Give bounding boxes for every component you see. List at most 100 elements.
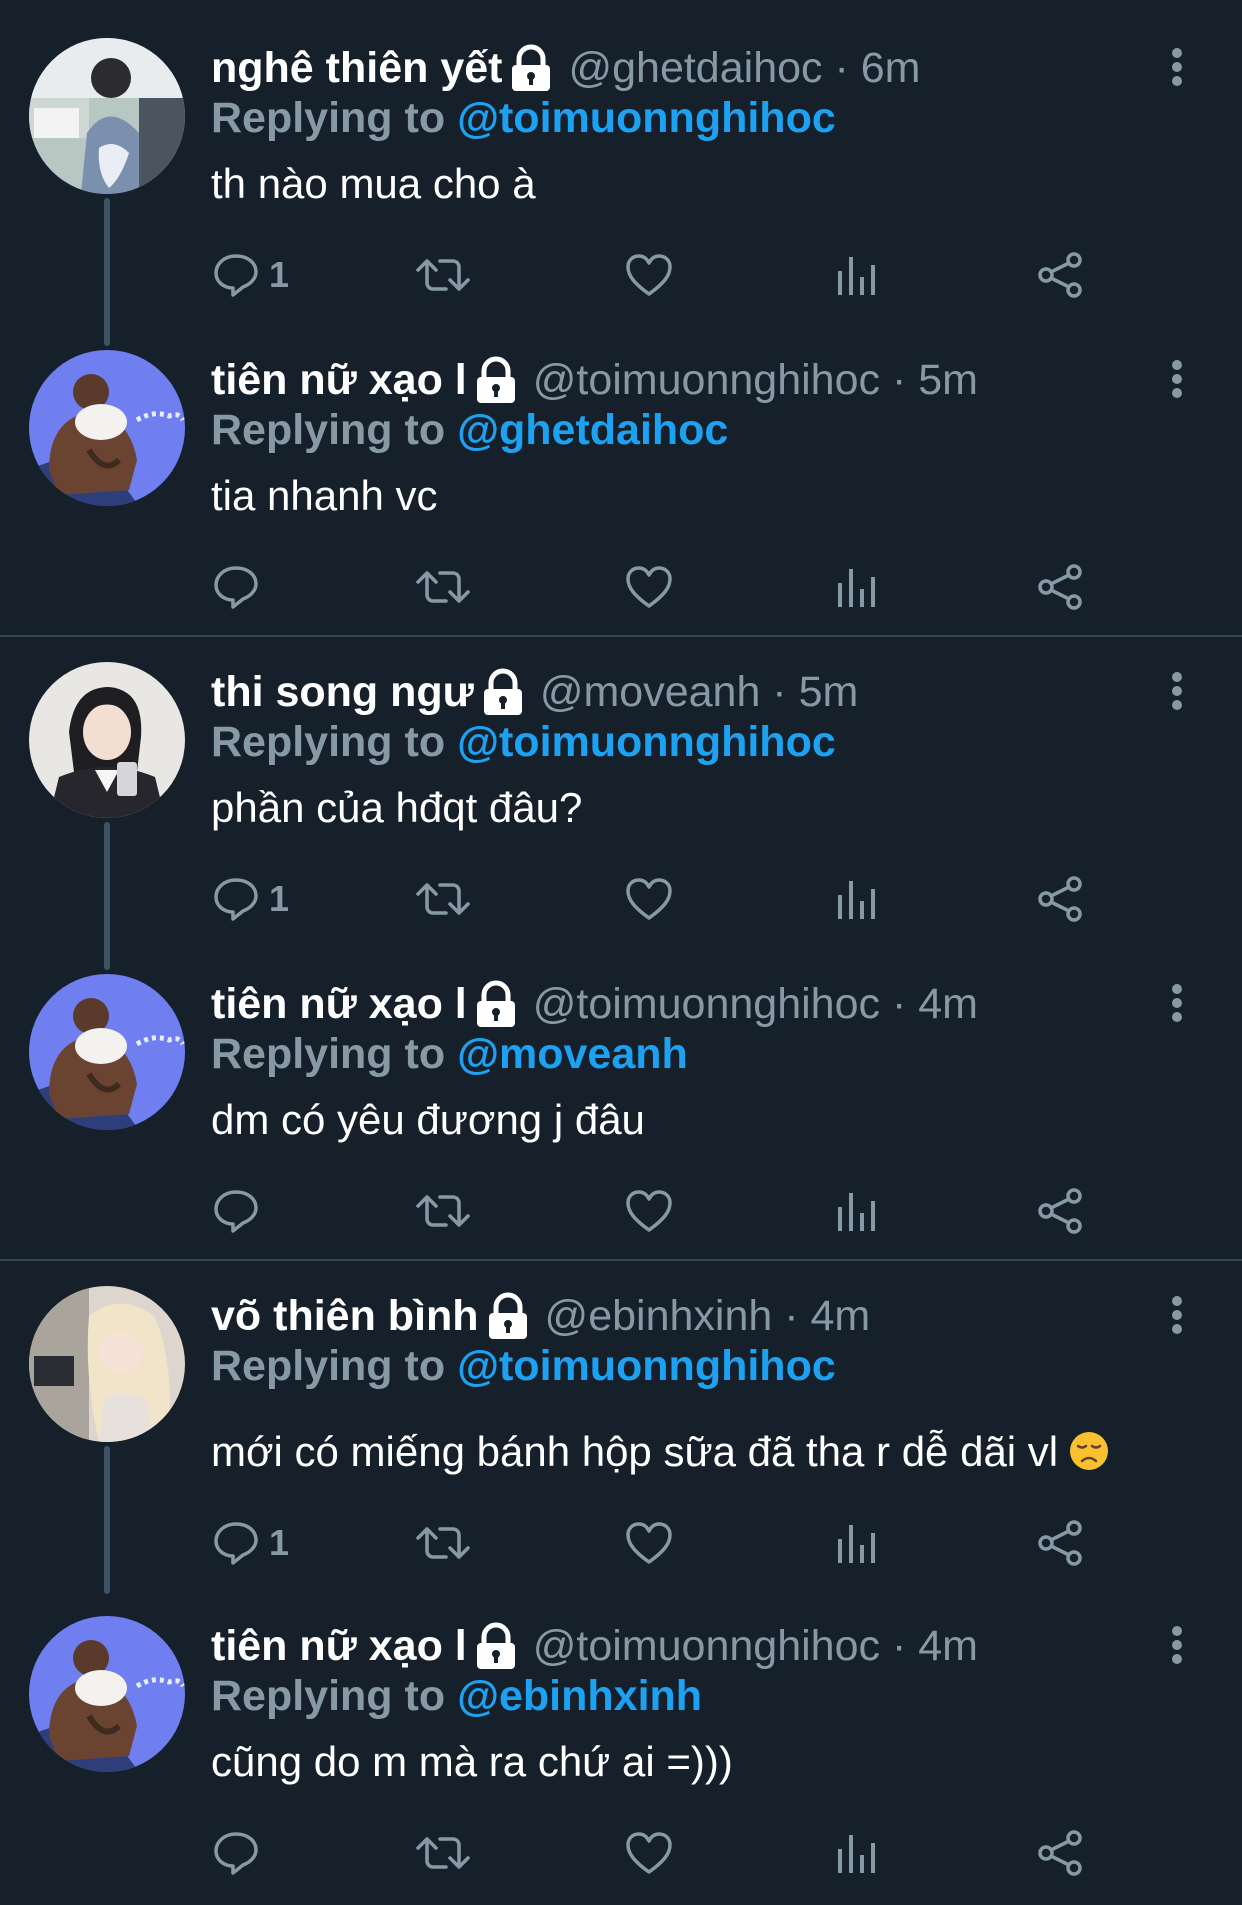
user-handle[interactable]: @ghetdaihoc: [568, 40, 822, 96]
tweet-text: cũng do m mà ra chứ ai =))): [211, 1738, 733, 1785]
timestamp[interactable]: 5m: [799, 664, 859, 720]
replying-to-handle[interactable]: @ebinhxinh: [457, 1672, 702, 1720]
retweet-button[interactable]: [416, 1181, 470, 1241]
more-options-icon[interactable]: [1162, 668, 1192, 714]
share-button[interactable]: [1036, 869, 1084, 929]
tweet[interactable]: tiên nữ xạo l @toimuonnghihoc · 5m Reply…: [0, 312, 1242, 624]
user-handle[interactable]: @toimuonnghihoc: [533, 352, 880, 408]
display-name[interactable]: tiên nữ xạo l: [211, 1618, 467, 1674]
display-name[interactable]: tiên nữ xạo l: [211, 352, 467, 408]
replying-to-label: Replying to: [211, 1030, 446, 1078]
like-button[interactable]: [625, 557, 673, 617]
display-name[interactable]: tiên nữ xạo l: [211, 976, 467, 1032]
analytics-button[interactable]: [835, 1181, 877, 1241]
replying-to-handle[interactable]: @ghetdaihoc: [457, 406, 728, 454]
share-icon: [1038, 876, 1082, 922]
tweet[interactable]: võ thiên bình @ebinhxinh · 4m Replying t…: [0, 1248, 1242, 1594]
reply-button[interactable]: [213, 1823, 269, 1883]
tweet-text: phần của hđqt đâu?: [211, 784, 583, 831]
more-options-icon[interactable]: [1162, 1622, 1192, 1668]
retweet-icon: [416, 259, 470, 291]
like-button[interactable]: [625, 1513, 673, 1573]
more-options-icon[interactable]: [1162, 356, 1192, 402]
user-handle[interactable]: @toimuonnghihoc: [533, 1618, 880, 1674]
like-icon: [626, 878, 672, 920]
like-button[interactable]: [625, 1181, 673, 1241]
share-button[interactable]: [1036, 557, 1084, 617]
reply-button[interactable]: 1: [213, 869, 289, 929]
lock-icon: [476, 1622, 515, 1669]
more-options-icon[interactable]: [1162, 980, 1192, 1026]
reply-button[interactable]: 1: [213, 245, 289, 305]
replying-to-label: Replying to: [211, 1672, 446, 1720]
analytics-icon: [838, 881, 875, 919]
retweet-icon: [416, 1195, 470, 1227]
share-icon: [1038, 564, 1082, 610]
timestamp[interactable]: 5m: [918, 352, 978, 408]
separator-dot: ·: [880, 980, 919, 1028]
timestamp[interactable]: 4m: [918, 1618, 978, 1674]
tweet[interactable]: nghê thiên yết @ghetdaihoc · 6m Replying…: [0, 0, 1242, 346]
avatar[interactable]: [29, 1616, 185, 1772]
analytics-button[interactable]: [835, 1513, 877, 1573]
retweet-icon: [416, 1837, 470, 1869]
more-options-icon[interactable]: [1162, 44, 1192, 90]
retweet-button[interactable]: [416, 869, 470, 929]
avatar[interactable]: [29, 350, 185, 506]
analytics-button[interactable]: [835, 1823, 877, 1883]
analytics-icon: [838, 257, 875, 295]
avatar[interactable]: [29, 38, 185, 194]
timestamp[interactable]: 4m: [918, 976, 978, 1032]
retweet-button[interactable]: [416, 245, 470, 305]
share-button[interactable]: [1036, 1823, 1084, 1883]
tweet[interactable]: tiên nữ xạo l @toimuonnghihoc · 4m Reply…: [0, 936, 1242, 1248]
reply-icon: [214, 1832, 258, 1875]
like-button[interactable]: [625, 869, 673, 929]
like-icon: [626, 566, 672, 608]
avatar[interactable]: [29, 974, 185, 1130]
timestamp[interactable]: 6m: [861, 40, 921, 96]
analytics-button[interactable]: [835, 869, 877, 929]
replying-to-handle[interactable]: @toimuonnghihoc: [457, 1342, 836, 1390]
more-options-icon[interactable]: [1162, 1292, 1192, 1338]
retweet-button[interactable]: [416, 557, 470, 617]
avatar[interactable]: [29, 662, 185, 818]
timestamp[interactable]: 4m: [811, 1288, 871, 1344]
retweet-button[interactable]: [416, 1513, 470, 1573]
retweet-button[interactable]: [416, 1823, 470, 1883]
replying-to-label: Replying to: [211, 94, 446, 142]
reply-button[interactable]: [213, 1181, 269, 1241]
reply-icon: [214, 1190, 258, 1233]
share-button[interactable]: [1036, 1513, 1084, 1573]
share-icon: [1038, 1188, 1082, 1234]
replying-to-handle[interactable]: @toimuonnghihoc: [457, 718, 836, 766]
analytics-button[interactable]: [835, 557, 877, 617]
separator-dot: ·: [880, 356, 919, 404]
analytics-button[interactable]: [835, 245, 877, 305]
avatar[interactable]: [29, 1286, 185, 1442]
tweet[interactable]: thi song ngư @moveanh · 5m Replying to @…: [0, 624, 1242, 970]
analytics-icon: [838, 569, 875, 607]
like-button[interactable]: [625, 245, 673, 305]
share-icon: [1038, 1830, 1082, 1876]
reply-count: 1: [269, 1522, 290, 1563]
display-name[interactable]: thi song ngư: [211, 664, 474, 720]
replying-to-handle[interactable]: @moveanh: [457, 1030, 688, 1078]
reply-button[interactable]: 1: [213, 1513, 289, 1573]
user-handle[interactable]: @toimuonnghihoc: [533, 976, 880, 1032]
analytics-icon: [838, 1525, 875, 1563]
like-button[interactable]: [625, 1823, 673, 1883]
analytics-icon: [838, 1193, 875, 1231]
share-button[interactable]: [1036, 1181, 1084, 1241]
display-name[interactable]: nghê thiên yết: [211, 40, 502, 96]
separator-dot: ·: [822, 44, 861, 92]
share-button[interactable]: [1036, 245, 1084, 305]
display-name[interactable]: võ thiên bình: [211, 1288, 479, 1344]
lock-icon: [488, 1292, 527, 1339]
tweet[interactable]: tiên nữ xạo l @toimuonnghihoc · 4m Reply…: [0, 1578, 1242, 1890]
user-handle[interactable]: @ebinhxinh: [545, 1288, 773, 1344]
reply-button[interactable]: [213, 557, 269, 617]
user-handle[interactable]: @moveanh: [540, 664, 761, 720]
replying-to-handle[interactable]: @toimuonnghihoc: [457, 94, 836, 142]
reply-count: 1: [269, 254, 290, 295]
